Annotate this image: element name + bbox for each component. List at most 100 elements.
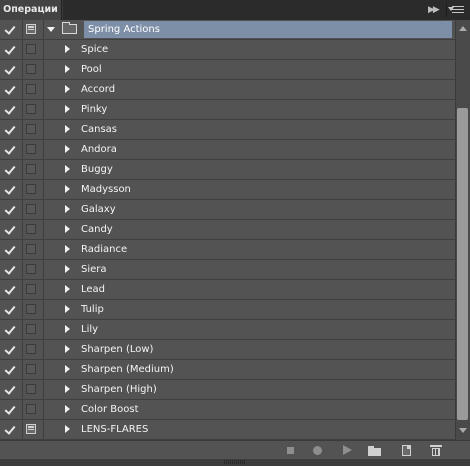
expand-triangle-icon[interactable] [65,165,70,173]
expand-triangle-icon[interactable] [65,345,70,353]
action-row[interactable]: Pool [0,60,455,80]
action-cell[interactable]: Tulip [44,300,455,320]
action-cell[interactable]: Sharpen (High) [44,380,455,400]
action-cell[interactable]: Accord [44,80,455,100]
toggle-dialog-cell[interactable] [23,40,44,60]
toggle-dialog-cell[interactable] [23,120,44,140]
action-row[interactable]: Cansas [0,120,455,140]
expand-triangle-icon[interactable] [65,285,70,293]
toggle-dialog-cell[interactable] [23,240,44,260]
action-row[interactable]: Radiance [0,240,455,260]
action-row[interactable]: Buggy [0,160,455,180]
action-cell[interactable]: Galaxy [44,200,455,220]
expand-triangle-icon[interactable] [65,145,70,153]
action-cell[interactable]: Lead [44,280,455,300]
action-cell[interactable]: Color Boost [44,400,455,420]
toggle-dialog-cell[interactable] [23,300,44,320]
action-row[interactable]: Spice [0,40,455,60]
action-cell[interactable]: Candy [44,220,455,240]
action-row[interactable]: Sharpen (High) [0,380,455,400]
toggle-dialog-cell[interactable] [23,280,44,300]
toggle-item-cell[interactable] [0,120,23,140]
toggle-item-cell[interactable] [0,100,23,120]
new-set-folder-icon[interactable] [368,444,382,457]
action-row[interactable]: Sharpen (Medium) [0,360,455,380]
toggle-item-cell[interactable] [0,140,23,160]
expand-triangle-icon[interactable] [65,325,70,333]
toggle-item-cell[interactable] [0,240,23,260]
toggle-item-cell[interactable] [0,260,23,280]
expand-triangle-icon[interactable] [65,205,70,213]
toggle-dialog-cell[interactable] [23,80,44,100]
toggle-item-cell[interactable] [0,280,23,300]
action-row[interactable]: Andora [0,140,455,160]
expand-triangle-icon[interactable] [65,105,70,113]
toggle-dialog-cell[interactable] [23,380,44,400]
action-cell[interactable]: Andora [44,140,455,160]
expand-triangle-icon[interactable] [65,385,70,393]
toggle-item-cell[interactable] [0,400,23,420]
action-cell[interactable]: Siera [44,260,455,280]
toggle-dialog-cell[interactable] [23,180,44,200]
toggle-item-cell[interactable] [0,180,23,200]
vertical-scrollbar[interactable] [455,20,470,440]
toggle-dialog-cell[interactable] [23,360,44,380]
toggle-item-cell[interactable] [0,360,23,380]
expand-triangle-icon[interactable] [65,45,70,53]
toggle-dialog-cell[interactable] [23,160,44,180]
action-set-row[interactable]: Spring Actions [0,20,455,40]
action-cell[interactable]: Pool [44,60,455,80]
scroll-down-arrow-icon[interactable] [459,428,467,433]
expand-triangle-icon[interactable] [65,65,70,73]
expand-triangle-icon[interactable] [65,225,70,233]
action-cell[interactable]: Sharpen (Low) [44,340,455,360]
toggle-dialog-cell[interactable] [23,200,44,220]
action-row[interactable]: LENS-FLARES [0,420,455,440]
action-row[interactable]: Accord [0,80,455,100]
toggle-dialog-cell[interactable] [23,320,44,340]
play-icon[interactable] [340,444,354,457]
action-cell[interactable]: Sharpen (Medium) [44,360,455,380]
toggle-dialog-cell[interactable] [23,100,44,120]
tab-actions[interactable]: Операции [0,0,62,20]
action-cell[interactable]: Lily [44,320,455,340]
toggle-item-cell[interactable] [0,340,23,360]
action-cell[interactable]: Buggy [44,160,455,180]
expand-triangle-icon[interactable] [65,245,70,253]
toggle-item-cell[interactable] [0,80,23,100]
new-action-icon[interactable] [400,444,414,457]
toggle-item-cell[interactable] [0,420,23,440]
action-cell[interactable]: Pinky [44,100,455,120]
scroll-up-arrow-icon[interactable] [459,26,467,31]
toggle-item-cell[interactable] [0,160,23,180]
toggle-item-cell[interactable] [0,200,23,220]
action-cell[interactable]: Cansas [44,120,455,140]
action-row[interactable]: Galaxy [0,200,455,220]
action-cell[interactable]: Spice [44,40,455,60]
collapse-to-icons-icon[interactable]: ▶▶ [428,5,442,15]
action-row[interactable]: Sharpen (Low) [0,340,455,360]
scrollbar-thumb[interactable] [457,108,468,420]
action-row[interactable]: Lily [0,320,455,340]
action-row[interactable]: Madysson [0,180,455,200]
expand-triangle-icon[interactable] [65,405,70,413]
expand-triangle-icon[interactable] [47,27,55,32]
record-icon[interactable] [311,444,325,457]
expand-triangle-icon[interactable] [65,185,70,193]
expand-triangle-icon[interactable] [65,305,70,313]
toggle-dialog-cell[interactable] [23,220,44,240]
expand-triangle-icon[interactable] [65,265,70,273]
panel-menu-icon[interactable] [448,3,466,17]
trash-icon[interactable] [429,444,443,457]
toggle-dialog-cell[interactable] [23,60,44,80]
expand-triangle-icon[interactable] [65,425,70,433]
toggle-item-cell[interactable] [0,20,23,40]
action-row[interactable]: Color Boost [0,400,455,420]
stop-icon[interactable] [284,444,298,457]
toggle-dialog-cell[interactable] [23,140,44,160]
action-row[interactable]: Lead [0,280,455,300]
action-cell[interactable]: LENS-FLARES [44,420,455,440]
toggle-item-cell[interactable] [0,60,23,80]
action-cell[interactable]: Radiance [44,240,455,260]
action-row[interactable]: Candy [0,220,455,240]
